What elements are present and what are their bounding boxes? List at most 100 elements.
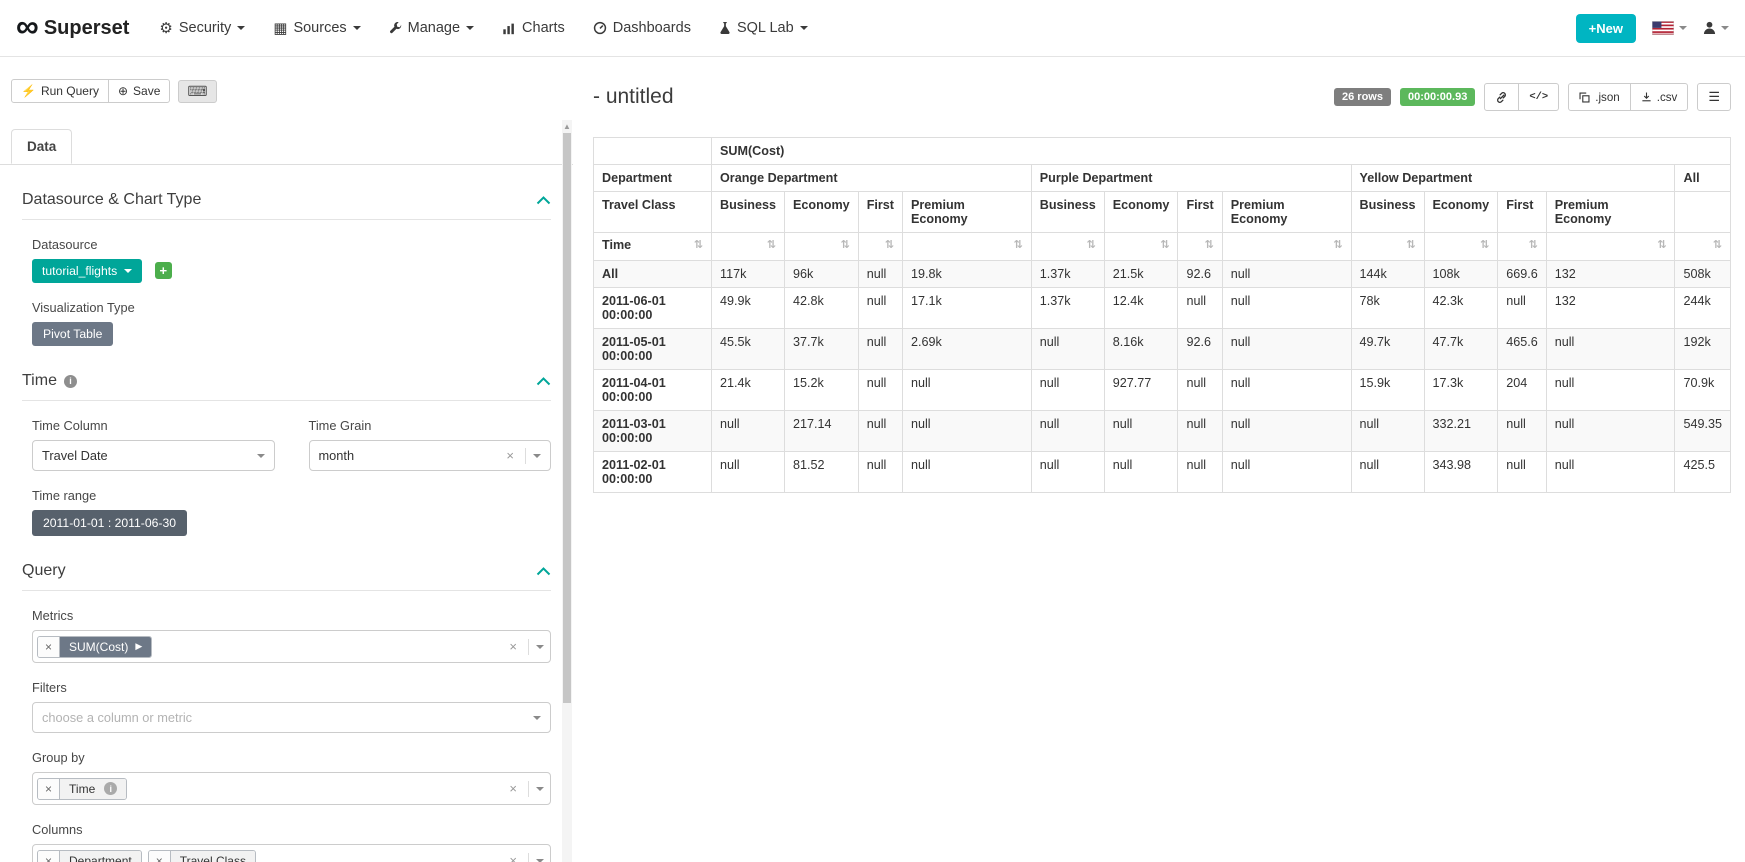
department-header: Orange Department [712, 165, 1032, 192]
cell-value: 15.9k [1351, 370, 1424, 411]
scrollbar-thumb[interactable] [563, 133, 571, 703]
sort-icon[interactable]: ⇅ [1406, 238, 1415, 251]
export-json-button[interactable]: .json [1568, 83, 1631, 111]
table-row: 2011-05-01 00:00:0045.5k37.7knull2.69knu… [594, 329, 1731, 370]
column-sort-header[interactable]: ⇅ [902, 233, 1031, 261]
edit-datasource-button[interactable]: + [155, 262, 172, 279]
groupby-select[interactable]: × Time i × [32, 772, 551, 805]
cell-value: 21.4k [712, 370, 785, 411]
time-sort-header[interactable]: Time⇅ [594, 233, 712, 261]
time-grain-select[interactable]: month × [309, 440, 552, 471]
remove-token-icon[interactable]: × [38, 637, 60, 657]
section-query[interactable]: Query [22, 562, 551, 591]
view-query-button[interactable]: </> [1518, 83, 1559, 111]
section-datasource-chart[interactable]: Datasource & Chart Type [22, 191, 551, 220]
tab-data[interactable]: Data [11, 129, 72, 164]
sort-icon[interactable]: ⇅ [1014, 238, 1023, 251]
sort-icon[interactable]: ⇅ [1657, 238, 1666, 251]
cell-value: 244k [1675, 288, 1731, 329]
chevron-up-icon[interactable] [536, 196, 551, 205]
datasource-select-button[interactable]: tutorial_flights [32, 259, 142, 283]
cell-value: 70.9k [1675, 370, 1731, 411]
keyboard-shortcuts-button[interactable]: ⌨ [178, 80, 216, 103]
time-column-select[interactable]: Travel Date [32, 440, 275, 471]
user-menu[interactable] [1703, 21, 1729, 35]
chevron-up-icon[interactable] [536, 567, 551, 576]
chevron-down-icon [466, 26, 474, 34]
nav-item-sources[interactable]: ▦ Sources [273, 20, 360, 36]
column-sort-header[interactable]: ⇅ [1031, 233, 1104, 261]
cell-value: null [1498, 452, 1547, 493]
cell-value: null [1498, 411, 1547, 452]
nav-item-manage[interactable]: Manage [389, 20, 474, 36]
viz-type-button[interactable]: Pivot Table [32, 322, 113, 346]
chart-title[interactable]: - untitled [593, 85, 674, 109]
sort-icon[interactable]: ⇅ [1528, 238, 1537, 251]
gauge-icon [593, 21, 607, 35]
time-range-button[interactable]: 2011-01-01 : 2011-06-30 [32, 510, 187, 536]
metrics-select[interactable]: × SUM(Cost) ▶ × [32, 630, 551, 663]
sort-icon[interactable]: ⇅ [885, 238, 894, 251]
filters-select[interactable]: choose a column or metric [32, 702, 551, 733]
column-sort-header[interactable]: ⇅ [1178, 233, 1222, 261]
download-icon [1641, 91, 1652, 103]
sort-icon[interactable]: ⇅ [1480, 238, 1489, 251]
travel-class-header: First [858, 192, 902, 233]
column-sort-header[interactable]: ⇅ [1498, 233, 1547, 261]
columns-token-label[interactable]: Department [60, 851, 141, 862]
cell-value: null [1546, 370, 1675, 411]
chevron-down-icon [536, 645, 544, 653]
remove-token-icon[interactable]: × [149, 851, 171, 862]
short-url-button[interactable] [1484, 83, 1519, 111]
bar-chart-icon [502, 22, 516, 35]
chevron-up-icon[interactable] [536, 377, 551, 386]
column-sort-header[interactable]: ⇅ [1222, 233, 1351, 261]
nav-item-sql-lab[interactable]: SQL Lab [719, 20, 808, 36]
nav-item-security[interactable]: ⚙ Security [159, 20, 245, 36]
sort-icon[interactable]: ⇅ [1087, 238, 1096, 251]
sort-icon[interactable]: ⇅ [1333, 238, 1342, 251]
section-time[interactable]: Time i [22, 372, 551, 401]
chart-menu-button[interactable]: ☰ [1697, 83, 1731, 111]
columns-token: × Department [37, 850, 142, 862]
columns-token-label[interactable]: Travel Class [171, 851, 255, 862]
clear-icon[interactable]: × [505, 639, 521, 654]
groupby-token-label[interactable]: Time i [60, 779, 126, 799]
sort-icon[interactable]: ⇅ [1205, 238, 1214, 251]
nav-item-charts[interactable]: Charts [502, 20, 565, 36]
sort-icon[interactable]: ⇅ [767, 238, 776, 251]
column-sort-header[interactable]: ⇅ [1424, 233, 1498, 261]
row-count-badge: 26 rows [1334, 88, 1391, 106]
column-sort-header[interactable]: ⇅ [1675, 233, 1731, 261]
remove-token-icon[interactable]: × [38, 851, 60, 862]
language-selector[interactable] [1652, 21, 1687, 35]
new-button[interactable]: +New [1576, 14, 1636, 43]
column-sort-header[interactable]: ⇅ [785, 233, 859, 261]
clear-icon[interactable]: × [502, 448, 518, 463]
run-query-button[interactable]: ⚡ Run Query [11, 79, 109, 103]
export-csv-button[interactable]: .csv [1630, 83, 1689, 111]
metric-token-label[interactable]: SUM(Cost) ▶ [60, 637, 151, 657]
nav-item-dashboards[interactable]: Dashboards [593, 20, 691, 36]
sort-icon[interactable]: ⇅ [840, 238, 849, 251]
column-sort-header[interactable]: ⇅ [1104, 233, 1178, 261]
column-sort-header[interactable]: ⇅ [712, 233, 785, 261]
sort-icon[interactable]: ⇅ [1713, 238, 1722, 251]
col-group-label: Department [594, 165, 712, 192]
panel-scrollbar[interactable]: ▲ [562, 120, 572, 862]
column-sort-header[interactable]: ⇅ [1546, 233, 1675, 261]
columns-select[interactable]: × Department × Travel Class × [32, 844, 551, 862]
clear-icon[interactable]: × [505, 853, 521, 862]
superset-brand[interactable]: ∞ Superset [16, 12, 129, 44]
chevron-down-icon [257, 454, 265, 462]
sort-icon[interactable]: ⇅ [694, 238, 703, 251]
column-sort-header[interactable]: ⇅ [858, 233, 902, 261]
save-button[interactable]: ⊕ Save [108, 79, 170, 103]
scrollbar-up-arrow[interactable]: ▲ [562, 120, 572, 132]
sort-icon[interactable]: ⇅ [1160, 238, 1169, 251]
cell-value: null [858, 288, 902, 329]
clear-icon[interactable]: × [505, 781, 521, 796]
chevron-down-icon [800, 26, 808, 34]
remove-token-icon[interactable]: × [38, 779, 60, 799]
column-sort-header[interactable]: ⇅ [1351, 233, 1424, 261]
